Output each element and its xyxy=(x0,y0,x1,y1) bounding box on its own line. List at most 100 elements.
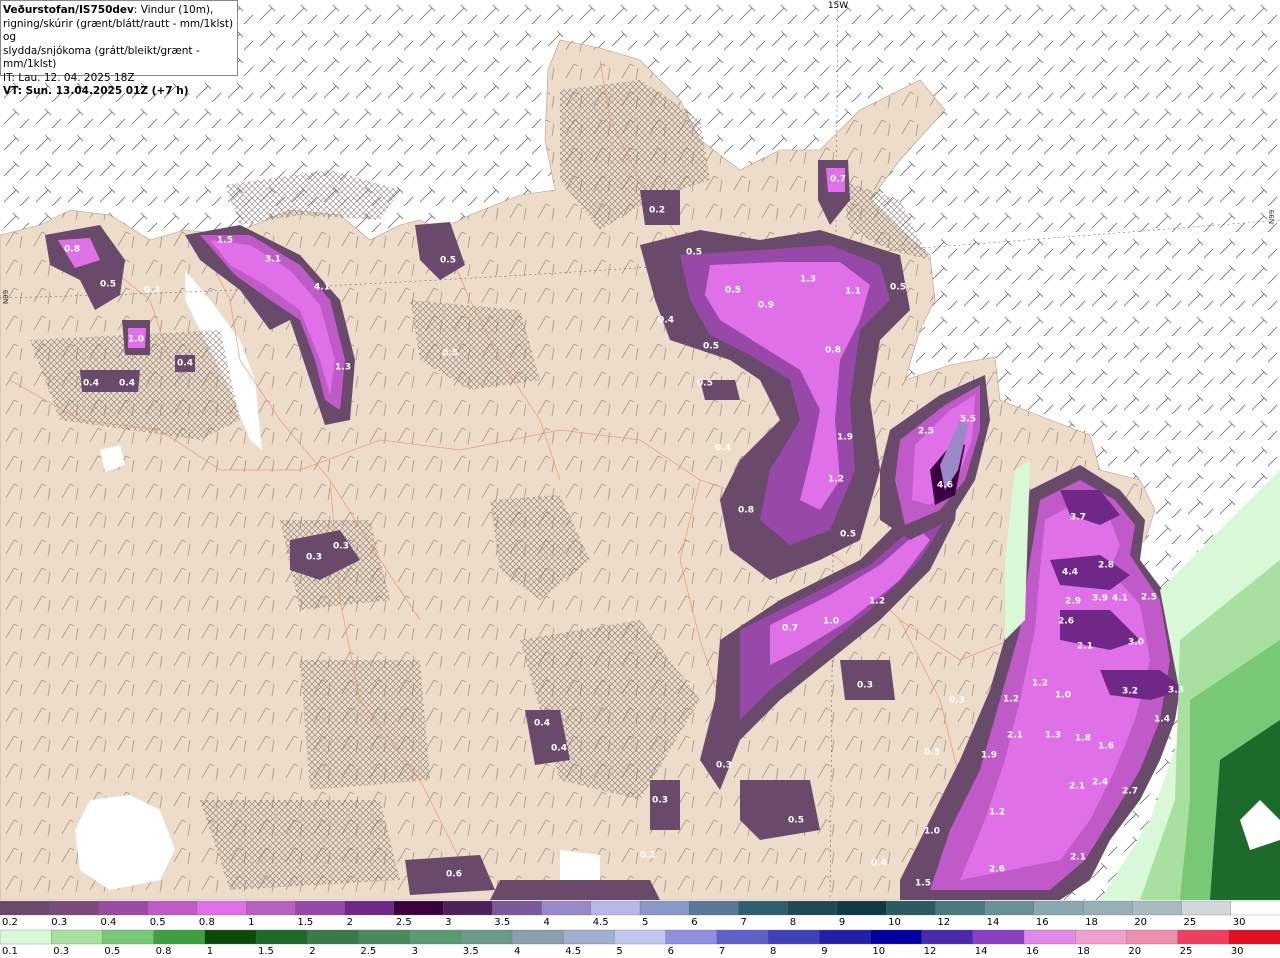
lon-15w-label: 15W xyxy=(828,1,848,11)
precip-label: 0.2 xyxy=(640,851,656,861)
snow-legend-tick-label: 1.5 xyxy=(297,917,313,928)
precip-label: 2.1 xyxy=(1069,782,1085,792)
snow-legend-tick-label: 8 xyxy=(790,917,796,928)
snow-legend-tick-label: 7 xyxy=(740,917,746,928)
snow-legend-swatch xyxy=(492,900,543,916)
model-name: Veðurstofan/IS750dev xyxy=(3,4,134,16)
rain-legend-tick-label: 7 xyxy=(719,946,725,957)
precip-label: 2.8 xyxy=(1098,561,1114,571)
rain-legend-tick-label: 12 xyxy=(924,946,937,957)
precip-label: 0.5 xyxy=(840,530,856,540)
precip-label: 1.1 xyxy=(845,287,861,297)
precip-label: 0.3 xyxy=(306,553,322,563)
rain-legend-tick-label: 18 xyxy=(1077,946,1090,957)
snow-legend-swatch xyxy=(787,900,838,916)
rain-legend-swatch xyxy=(255,929,308,945)
rain-legend-swatch xyxy=(511,929,564,945)
snow-legend-swatch xyxy=(147,900,198,916)
precip-label: 0.3 xyxy=(652,796,668,806)
rain-legend-swatch xyxy=(870,929,923,945)
precip-label: 1.0 xyxy=(924,827,940,837)
rain-legend-tick-label: 6 xyxy=(668,946,674,957)
rain-legend-tick-label: 2.5 xyxy=(360,946,376,957)
precip-label: 3.9 xyxy=(1092,594,1108,604)
precip-label: 0.7 xyxy=(830,175,846,185)
precip-label: 0.8 xyxy=(64,245,80,255)
precip-label: 2.5 xyxy=(918,427,934,437)
rain-legend-tick-label: 20 xyxy=(1128,946,1141,957)
rain-legend-tick-label: 9 xyxy=(821,946,827,957)
precip-label: 0.4 xyxy=(534,719,550,729)
snow-legend-tick-label: 25 xyxy=(1184,917,1197,928)
precip-label: 2.7 xyxy=(1122,787,1138,797)
snow-legend-swatch xyxy=(639,900,690,916)
precip-label: 2.1 xyxy=(1070,853,1086,863)
precip-label: 1.3 xyxy=(1045,731,1061,741)
rain-legend-tick-label: 0.3 xyxy=(53,946,69,957)
snow-legend-tick-label: 2 xyxy=(347,917,353,928)
precip-label: 0.5 xyxy=(440,256,456,266)
precip-label: 1.3 xyxy=(335,363,351,373)
precip-label: 0.4 xyxy=(871,859,887,869)
rain-legend-tick-label: 0.8 xyxy=(156,946,172,957)
precip-label: 0.6 xyxy=(446,870,462,880)
precip-label: 1.2 xyxy=(869,597,885,607)
snow-legend-swatch xyxy=(196,900,247,916)
precip-label: 1.2 xyxy=(1032,679,1048,689)
precip-label: 1.8 xyxy=(1075,734,1091,744)
description-line-2: rigning/skúrir (grænt/blátt/rautt - mm/1… xyxy=(3,17,234,44)
precip-label: 1.9 xyxy=(837,433,853,443)
snow-legend-tick-label: 0.5 xyxy=(150,917,166,928)
rain-legend-swatch xyxy=(1023,929,1076,945)
snow-legend-tick-label: 0.4 xyxy=(100,917,116,928)
precip-label: 0.5 xyxy=(442,349,458,359)
snow-legend-swatch xyxy=(886,900,937,916)
rain-legend-swatch xyxy=(1177,929,1230,945)
precip-label: 5.5 xyxy=(960,415,976,425)
snow-legend-tick-label: 0.8 xyxy=(199,917,215,928)
rain-legend-swatch xyxy=(102,929,155,945)
snow-legend-tick-label: 1 xyxy=(248,917,254,928)
rain-legend-swatch xyxy=(614,929,667,945)
precip-label: 1.9 xyxy=(981,751,997,761)
precip-label: 0.3 xyxy=(949,696,965,706)
snow-colorbar: 0.2 0.3 0.4 0.5 0.8 1 1.5 2 2.5 3 3.5 4 4.5 5 6 7 8 9 10 12… xyxy=(0,900,1280,928)
precip-label: 3.0 xyxy=(1128,638,1144,648)
snow-legend-swatch xyxy=(98,900,149,916)
rain-legend-swatch xyxy=(358,929,411,945)
init-time: IT: Lau. 12. 04. 2025 18Z xyxy=(3,71,135,84)
precip-label: 1.0 xyxy=(1055,691,1071,701)
precip-label: 0.5 xyxy=(890,283,906,293)
rain-legend-tick-label: 10 xyxy=(872,946,885,957)
precip-label: 0.2 xyxy=(649,206,665,216)
precip-label: 0.3 xyxy=(333,542,349,552)
rain-legend-tick-label: 25 xyxy=(1180,946,1193,957)
rain-legend-tick-label: 1 xyxy=(207,946,213,957)
forecast-info-box: Veðurstofan/IS750dev: Vindur (10m), rign… xyxy=(0,0,238,97)
rain-legend-swatch xyxy=(716,929,769,945)
rain-legend-tick-label: 0.1 xyxy=(2,946,18,957)
precip-label: 0.4 xyxy=(658,316,674,326)
precip-label: 0.3 xyxy=(716,761,732,771)
precip-label: 1.5 xyxy=(217,236,233,246)
precip-label: 3.2 xyxy=(1122,687,1138,697)
snow-legend-swatch xyxy=(836,900,887,916)
precip-label: 1.0 xyxy=(823,617,839,627)
snow-legend-swatch xyxy=(541,900,592,916)
precip-label: 0.8 xyxy=(738,506,754,516)
precip-legend: 0.2 0.3 0.4 0.5 0.8 1 1.5 2 2.5 3 3.5 4 4.5 5 6 7 8 9 10 12… xyxy=(0,900,1280,958)
snow-legend-swatch xyxy=(344,900,395,916)
precip-label: 2.5 xyxy=(1141,593,1157,603)
rain-colorbar: 0.1 0.3 0.5 0.8 1 1.5 2 2.5 3 3.5 4 4.5 5 6 7 8 9 10 12 14 1… xyxy=(0,929,1280,957)
snow-legend-swatch xyxy=(49,900,100,916)
precip-label: 1.5 xyxy=(915,879,931,889)
snow-legend-tick-label: 3 xyxy=(445,917,451,928)
precip-label: 2.1 xyxy=(1077,642,1093,652)
rain-legend-swatch xyxy=(972,929,1025,945)
rain-legend-swatch xyxy=(665,929,718,945)
precip-label: 0.5 xyxy=(788,816,804,826)
precip-label: 0.5 xyxy=(725,286,741,296)
snow-legend-swatch xyxy=(984,900,1035,916)
snow-legend-tick-label: 18 xyxy=(1085,917,1098,928)
rain-legend-tick-label: 0.5 xyxy=(104,946,120,957)
